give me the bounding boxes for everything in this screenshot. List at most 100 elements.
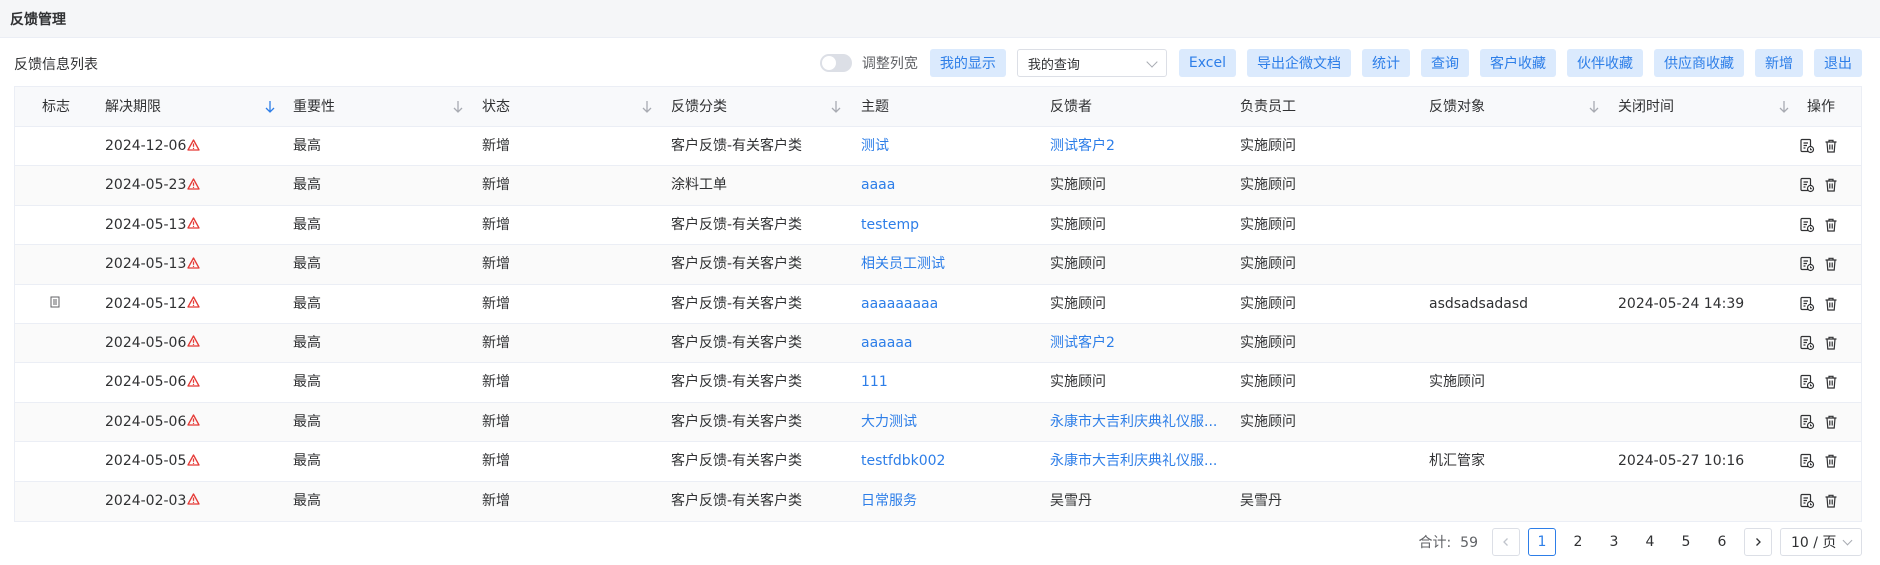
row-feedbacker: 实施顾问 [1050, 177, 1106, 194]
statistics-button[interactable]: 统计 [1362, 49, 1410, 77]
row-importance: 最高 [293, 256, 321, 273]
sort-arrow-down-icon[interactable] [1779, 100, 1789, 114]
delete-icon[interactable] [1823, 335, 1839, 351]
export-wecom-doc-button[interactable]: 导出企微文档 [1247, 49, 1351, 77]
excel-button[interactable]: Excel [1178, 49, 1236, 77]
exit-button[interactable]: 退出 [1814, 49, 1862, 77]
row-subject-link[interactable]: testemp [861, 206, 919, 245]
delete-icon[interactable] [1823, 256, 1839, 272]
row-category: 客户反馈-有关客户类 [671, 374, 803, 391]
prev-page-button[interactable] [1492, 528, 1520, 556]
my-display-button[interactable]: 我的显示 [929, 49, 1006, 77]
row-subject-link[interactable]: aaaaaaaaa [861, 285, 938, 324]
delete-icon[interactable] [1823, 177, 1839, 193]
table-row[interactable]: 2024-12-06 最高 新增 客户反馈-有关客户类 测试 测试客户2 实施顾问 [15, 127, 1861, 167]
table-header: 标志 解决期限 重要性 状态 反馈分类 主题 反馈者 负责员工 反馈对象 关闭时… [15, 87, 1861, 127]
col-status[interactable]: 状态 [482, 87, 510, 127]
row-subject-link[interactable]: 日常服务 [861, 482, 917, 521]
page-5[interactable]: 5 [1672, 528, 1700, 556]
detail-icon[interactable] [1799, 414, 1815, 430]
col-importance[interactable]: 重要性 [293, 87, 335, 127]
row-subject-link[interactable]: 大力测试 [861, 403, 917, 442]
row-staff: 实施顾问 [1240, 413, 1296, 430]
row-status: 新增 [482, 413, 510, 430]
row-actions [1799, 414, 1839, 430]
delete-icon[interactable] [1823, 217, 1839, 233]
col-close-time[interactable]: 关闭时间 [1618, 87, 1674, 127]
detail-icon[interactable] [1799, 374, 1815, 390]
table-row[interactable]: 2024-05-06 最高 新增 客户反馈-有关客户类 大力测试 永康市大吉利庆典礼仪服.… [15, 402, 1861, 443]
delete-icon[interactable] [1823, 493, 1839, 509]
deadline-value: 2024-05-13 [105, 256, 187, 273]
col-deadline[interactable]: 解决期限 [105, 87, 161, 127]
delete-icon[interactable] [1823, 138, 1839, 154]
table-row[interactable]: 2024-05-05 最高 新增 客户反馈-有关客户类 testfdbk002 永康市大吉… [15, 442, 1861, 482]
page-3[interactable]: 3 [1600, 528, 1628, 556]
sort-arrow-down-icon[interactable] [1589, 100, 1599, 114]
table-row[interactable]: 2024-05-12 最高 新增 客户反馈-有关客户类 aaaaaaaaa 实施顾问 实施顾… [15, 285, 1861, 324]
row-subject-link[interactable]: aaaa [861, 166, 895, 205]
toolbar: 反馈信息列表 调整列宽 我的显示 我的查询 Excel 导出企微文档 统计 查询… [0, 38, 1880, 90]
add-button[interactable]: 新增 [1755, 49, 1803, 77]
row-staff: 实施顾问 [1240, 334, 1296, 351]
partner-favorites-button[interactable]: 伙伴收藏 [1567, 49, 1643, 77]
table-row[interactable]: 2024-05-13 最高 新增 客户反馈-有关客户类 testemp 实施顾问 实施顾问 [15, 206, 1861, 246]
row-staff: 实施顾问 [1240, 256, 1296, 273]
query-button[interactable]: 查询 [1421, 49, 1469, 77]
row-actions [1799, 217, 1839, 233]
col-flag: 标志 [42, 99, 70, 115]
row-feedbacker[interactable]: 永康市大吉利庆典礼仪服... [1050, 403, 1217, 442]
row-feedbacker[interactable]: 测试客户2 [1050, 127, 1115, 166]
detail-icon[interactable] [1799, 335, 1815, 351]
page-1[interactable]: 1 [1528, 528, 1556, 556]
col-subject: 主题 [861, 99, 889, 115]
detail-icon[interactable] [1799, 217, 1815, 233]
table-row[interactable]: 2024-05-06 最高 新增 客户反馈-有关客户类 111 实施顾问 实施顾问 实施顾问 [15, 363, 1861, 403]
sort-arrow-down-icon[interactable] [265, 100, 275, 114]
sort-arrow-down-icon[interactable] [453, 100, 463, 114]
row-subject-link[interactable]: aaaaaa [861, 324, 912, 363]
row-feedbacker: 吴雪丹 [1050, 492, 1092, 509]
sort-arrow-down-icon[interactable] [831, 100, 841, 114]
next-page-button[interactable] [1744, 528, 1772, 556]
table-row[interactable]: 2024-05-23 最高 新增 涂料工单 aaaa 实施顾问 实施顾问 [15, 166, 1861, 206]
table-row[interactable]: 2024-05-13 最高 新增 客户反馈-有关客户类 相关员工测试 实施顾问 实施顾问 [15, 245, 1861, 285]
delete-icon[interactable] [1823, 414, 1839, 430]
detail-icon[interactable] [1799, 138, 1815, 154]
row-feedbacker[interactable]: 测试客户2 [1050, 324, 1115, 363]
delete-icon[interactable] [1823, 453, 1839, 469]
table-row[interactable]: 2024-02-03 最高 新增 客户反馈-有关客户类 日常服务 吴雪丹 吴雪丹 [15, 481, 1861, 521]
row-feedbacker[interactable]: 永康市大吉利庆典礼仪服... [1050, 442, 1217, 481]
row-subject-link[interactable]: 111 [861, 363, 888, 402]
detail-icon[interactable] [1799, 296, 1815, 312]
row-feedbacker: 实施顾问 [1050, 216, 1106, 233]
page-6[interactable]: 6 [1708, 528, 1736, 556]
row-status: 新增 [482, 295, 510, 312]
delete-icon[interactable] [1823, 374, 1839, 390]
row-subject-link[interactable]: testfdbk002 [861, 442, 945, 481]
detail-icon[interactable] [1799, 177, 1815, 193]
page-size-select[interactable]: 10 / 页 [1780, 528, 1862, 556]
row-subject-link[interactable]: 相关员工测试 [861, 245, 945, 284]
detail-icon[interactable] [1799, 453, 1815, 469]
customer-favorites-button[interactable]: 客户收藏 [1480, 49, 1556, 77]
row-close-time: 2024-05-24 14:39 [1618, 295, 1745, 312]
col-category[interactable]: 反馈分类 [671, 87, 727, 127]
page-2[interactable]: 2 [1564, 528, 1592, 556]
row-status: 新增 [482, 374, 510, 391]
row-subject-link[interactable]: 测试 [861, 127, 889, 166]
sort-arrow-down-icon[interactable] [642, 100, 652, 114]
column-width-toggle[interactable] [819, 54, 852, 72]
col-target[interactable]: 反馈对象 [1429, 87, 1485, 127]
supplier-favorites-button[interactable]: 供应商收藏 [1654, 49, 1744, 77]
page-header: 反馈管理 [0, 0, 1880, 38]
detail-icon[interactable] [1799, 256, 1815, 272]
chevron-left-icon [1503, 538, 1508, 546]
row-actions [1799, 296, 1839, 312]
delete-icon[interactable] [1823, 296, 1839, 312]
row-status: 新增 [482, 177, 510, 194]
my-query-select[interactable]: 我的查询 [1016, 49, 1167, 77]
detail-icon[interactable] [1799, 493, 1815, 509]
page-4[interactable]: 4 [1636, 528, 1664, 556]
table-row[interactable]: 2024-05-06 最高 新增 客户反馈-有关客户类 aaaaaa 测试客户2 实施顾问 [15, 323, 1861, 364]
